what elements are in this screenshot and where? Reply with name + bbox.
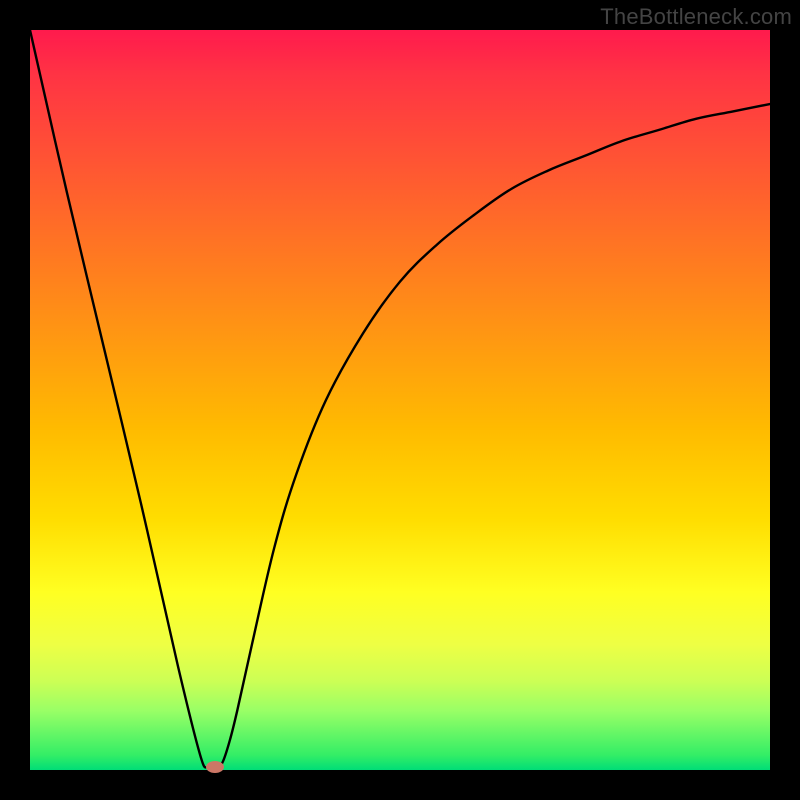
curve-svg	[30, 30, 770, 770]
watermark-text: TheBottleneck.com	[600, 4, 792, 30]
minimum-marker	[206, 761, 224, 773]
chart-container: TheBottleneck.com	[0, 0, 800, 800]
plot-area	[30, 30, 770, 770]
bottleneck-curve	[30, 30, 770, 770]
